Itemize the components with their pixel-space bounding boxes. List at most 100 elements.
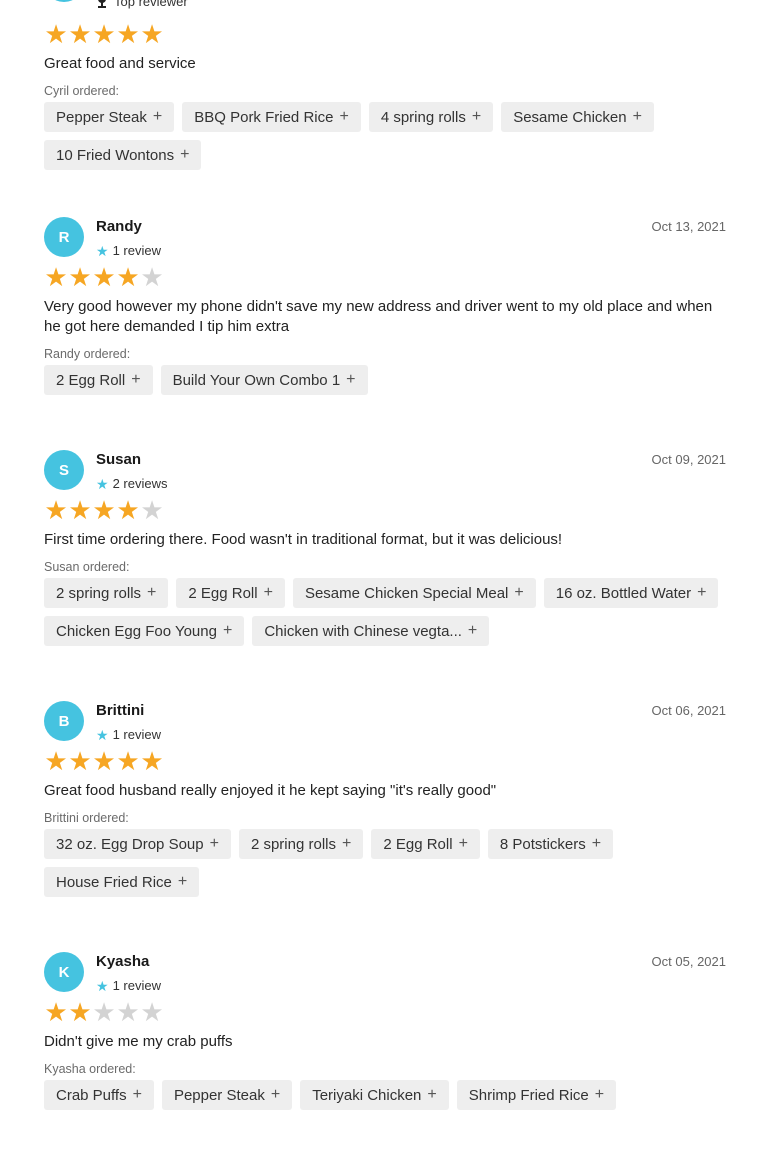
avatar: K	[44, 952, 84, 992]
add-item-chip[interactable]: Teriyaki Chicken +	[300, 1080, 449, 1110]
add-item-chip[interactable]: 8 Potstickers +	[487, 829, 614, 859]
plus-icon: +	[270, 1086, 281, 1103]
plus-icon: +	[471, 108, 482, 125]
add-item-chip[interactable]: Pepper Steak +	[161, 1080, 293, 1110]
add-item-chip[interactable]: 2 Egg Roll +	[371, 829, 480, 859]
add-item-chip[interactable]: House Fried Rice +	[44, 867, 200, 897]
star-icon: ★	[96, 475, 109, 492]
star-filled-icon: ★	[68, 746, 92, 776]
ordered-label: Brittini ordered:	[44, 811, 129, 825]
ordered-label: Cyril ordered:	[44, 84, 120, 98]
item-label: 10 Fried Wontons	[56, 146, 175, 164]
star-empty-icon: ★	[140, 997, 164, 1027]
item-label: 4 spring rolls	[380, 108, 466, 126]
add-item-chip[interactable]: Chicken with Chinese vegta... +	[252, 616, 490, 646]
avatar: S	[44, 450, 84, 490]
ordered-label: Susan ordered:	[44, 560, 130, 574]
ordered-items: 32 oz. Egg Drop Soup +2 spring rolls +2 Eg…	[44, 829, 726, 897]
add-item-chip[interactable]: Shrimp Fried Rice +	[456, 1080, 617, 1110]
star-rating: ★ ★ ★ ★ ★	[44, 19, 726, 49]
item-label: Build Your Own Combo 1	[172, 371, 341, 389]
add-item-chip[interactable]: 32 oz. Egg Drop Soup +	[44, 829, 231, 859]
add-item-chip[interactable]: Sesame Chicken +	[501, 102, 654, 132]
item-label: 2 Egg Roll	[56, 371, 126, 389]
plus-icon: +	[222, 622, 233, 639]
add-item-chip[interactable]: 16 oz. Bottled Water +	[543, 578, 719, 608]
star-filled-icon: ★	[68, 19, 92, 49]
star-empty-icon: ★	[116, 997, 140, 1027]
star-filled-icon: ★	[44, 495, 68, 525]
plus-icon: +	[632, 108, 642, 125]
plus-icon: +	[209, 835, 219, 852]
item-label: Pepper Steak	[56, 108, 147, 126]
item-label: BBQ Pork Fried Rice	[194, 108, 334, 126]
star-icon: ★	[96, 242, 109, 259]
star-filled-icon: ★	[92, 262, 116, 292]
plus-icon: +	[514, 584, 524, 601]
star-filled-icon: ★	[116, 262, 140, 292]
plus-icon: +	[697, 584, 707, 601]
item-label: 2 Egg Roll	[383, 835, 453, 853]
plus-icon: +	[594, 1086, 605, 1103]
plus-icon: +	[339, 108, 349, 125]
star-empty-icon: ★	[92, 997, 116, 1027]
plus-icon: +	[263, 584, 273, 601]
review-text: Great food and service	[44, 55, 196, 72]
avatar	[44, 0, 84, 2]
star-empty-icon: ★	[140, 262, 164, 292]
review-count: ★ 1 review	[96, 726, 161, 743]
plus-icon: +	[346, 371, 356, 388]
add-item-chip[interactable]: Build Your Own Combo 1 +	[160, 365, 368, 395]
add-item-chip[interactable]: Sesame Chicken Special Meal +	[292, 578, 536, 608]
star-filled-icon: ★	[92, 495, 116, 525]
add-item-chip[interactable]: 2 spring rolls +	[44, 578, 169, 608]
reviewer-name[interactable]: Kyasha	[96, 953, 149, 970]
item-label: Sesame Chicken Special Meal	[304, 584, 509, 602]
star-filled-icon: ★	[116, 495, 140, 525]
plus-icon: +	[177, 873, 188, 890]
add-item-chip[interactable]: 2 spring rolls +	[238, 829, 364, 859]
item-label: 2 spring rolls	[56, 584, 142, 602]
add-item-chip[interactable]: Chicken Egg Foo Young +	[44, 616, 245, 646]
add-item-chip[interactable]: 2 Egg Roll +	[176, 578, 285, 608]
star-filled-icon: ★	[68, 262, 92, 292]
reviewer-name[interactable]: Brittini	[96, 702, 144, 719]
star-filled-icon: ★	[44, 19, 68, 49]
top-reviewer-badge: Top reviewer	[96, 0, 188, 9]
plus-icon: +	[152, 108, 163, 125]
star-filled-icon: ★	[68, 495, 92, 525]
add-item-chip[interactable]: 4 spring rolls +	[368, 102, 494, 132]
review-date: Oct 09, 2021	[651, 452, 726, 467]
review-card: K Kyasha ★ 1 review Oct 05, 2021 ★ ★ ★ ★ ★ Di…	[44, 952, 726, 1110]
add-item-chip[interactable]: Pepper Steak +	[44, 102, 175, 132]
add-item-chip[interactable]: BBQ Pork Fried Rice +	[182, 102, 361, 132]
star-empty-icon: ★	[140, 495, 164, 525]
ordered-label: Kyasha ordered:	[44, 1062, 136, 1076]
item-label: 8 Potstickers	[499, 835, 586, 853]
star-rating: ★ ★ ★ ★ ★	[44, 997, 726, 1027]
star-filled-icon: ★	[68, 997, 92, 1027]
plus-icon: +	[467, 622, 478, 639]
review-card: S Susan ★ 2 reviews Oct 09, 2021 ★ ★ ★ ★ ★ Fi…	[44, 450, 726, 646]
reviewer-name[interactable]: Susan	[96, 451, 141, 468]
item-label: House Fried Rice	[56, 873, 172, 891]
reviewer-name[interactable]: Randy	[96, 218, 142, 235]
review-card: B Brittini ★ 1 review Oct 06, 2021 ★ ★ ★ ★ ★ …	[44, 701, 726, 897]
star-filled-icon: ★	[140, 19, 164, 49]
add-item-chip[interactable]: Crab Puffs +	[44, 1080, 154, 1110]
star-rating: ★ ★ ★ ★ ★	[44, 746, 726, 776]
item-label: Sesame Chicken	[513, 108, 627, 126]
review-card-top: ★ ★ ★ ★ ★ Great food and service Cyril order…	[44, 19, 726, 170]
review-text: Great food husband really enjoyed it he …	[44, 782, 497, 799]
trophy-icon	[98, 0, 106, 8]
add-item-chip[interactable]: 10 Fried Wontons +	[44, 140, 202, 170]
plus-icon: +	[427, 1086, 437, 1103]
review-text: Didn't give me my crab puffs	[44, 1033, 233, 1050]
star-filled-icon: ★	[44, 746, 68, 776]
item-label: Pepper Steak	[173, 1086, 265, 1104]
star-rating: ★ ★ ★ ★ ★	[44, 262, 726, 292]
add-item-chip[interactable]: 2 Egg Roll +	[44, 365, 153, 395]
plus-icon: +	[591, 835, 602, 852]
item-label: 32 oz. Egg Drop Soup	[56, 835, 204, 853]
plus-icon: +	[180, 146, 190, 163]
